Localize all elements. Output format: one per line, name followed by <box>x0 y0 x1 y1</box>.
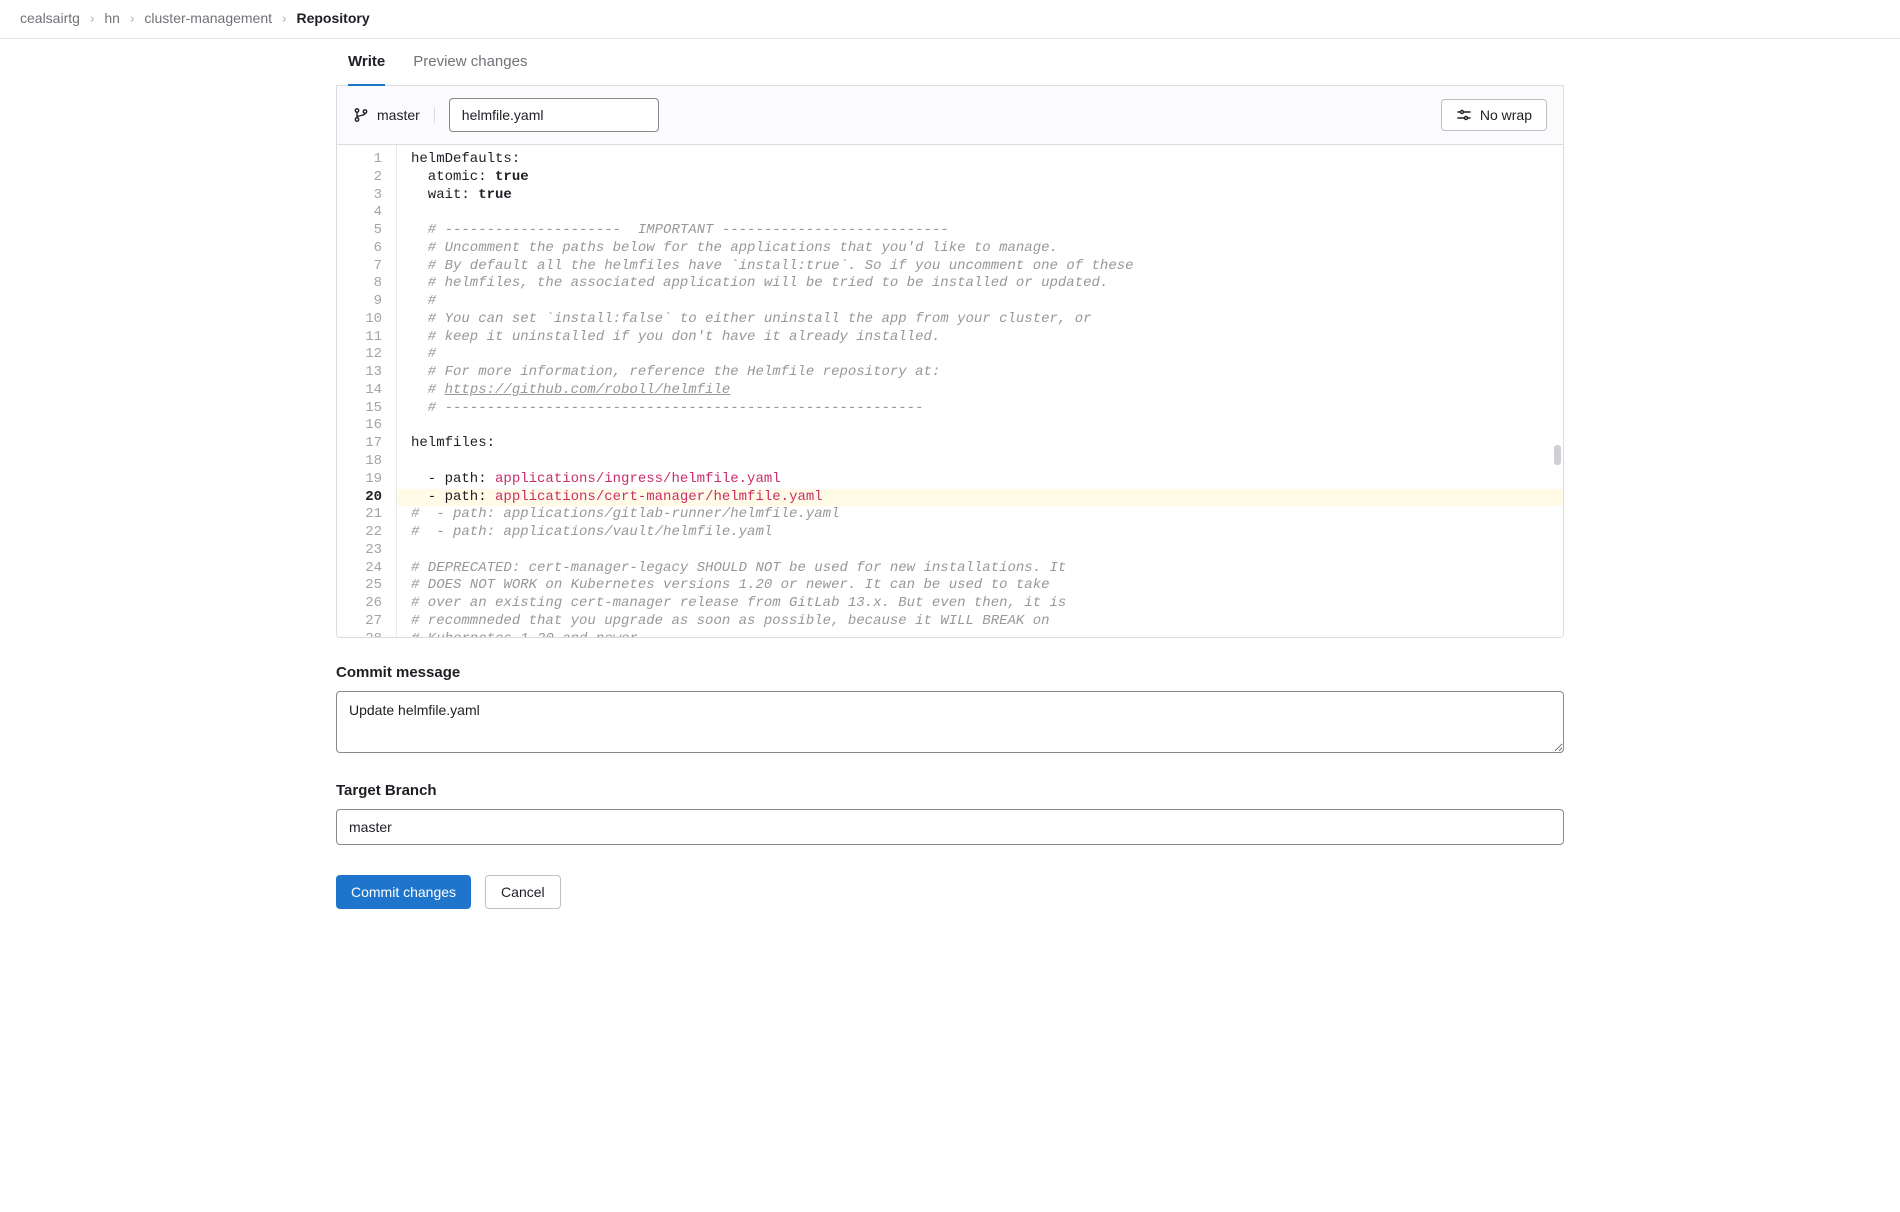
cancel-button[interactable]: Cancel <box>485 875 561 909</box>
code-line[interactable]: - path: applications/ingress/helmfile.ya… <box>411 471 1563 489</box>
code-line[interactable] <box>411 542 1563 560</box>
code-line[interactable] <box>411 417 1563 435</box>
branch-icon <box>353 107 369 123</box>
code-line[interactable]: # You can set `install:false` to either … <box>411 311 1563 329</box>
code-line[interactable]: # Uncomment the paths below for the appl… <box>411 240 1563 258</box>
code-line[interactable]: # By default all the helmfiles have `ins… <box>411 258 1563 276</box>
code-line[interactable]: # Kubernetes 1.20 and newer. <box>411 631 1563 637</box>
breadcrumb-link[interactable]: cealsairtg <box>20 10 80 26</box>
code-line[interactable]: # helmfiles, the associated application … <box>411 275 1563 293</box>
target-branch-label: Target Branch <box>336 782 1564 799</box>
code-content[interactable]: helmDefaults: atomic: true wait: true # … <box>397 145 1563 637</box>
code-line[interactable] <box>411 453 1563 471</box>
branch-name: master <box>377 107 420 123</box>
scrollbar-thumb[interactable] <box>1554 445 1561 465</box>
code-line[interactable]: # <box>411 293 1563 311</box>
code-line[interactable]: # For more information, reference the He… <box>411 364 1563 382</box>
commit-message-label: Commit message <box>336 664 1564 681</box>
code-line[interactable] <box>411 204 1563 222</box>
code-line[interactable]: atomic: true <box>411 169 1563 187</box>
breadcrumb-link[interactable]: hn <box>104 10 120 26</box>
commit-changes-button[interactable]: Commit changes <box>336 875 471 909</box>
nowrap-label: No wrap <box>1480 107 1532 123</box>
code-line[interactable]: # --------------------------------------… <box>411 400 1563 418</box>
code-line[interactable]: # over an existing cert-manager release … <box>411 595 1563 613</box>
breadcrumb-link[interactable]: cluster-management <box>144 10 272 26</box>
code-line[interactable]: # DOES NOT WORK on Kubernetes versions 1… <box>411 577 1563 595</box>
code-line[interactable]: # - path: applications/gitlab-runner/hel… <box>411 506 1563 524</box>
breadcrumb-current: Repository <box>296 10 369 26</box>
code-line[interactable]: # - path: applications/vault/helmfile.ya… <box>411 524 1563 542</box>
editor-panel: master No wrap 1234567891011121314151617… <box>336 86 1564 638</box>
commit-message-input[interactable] <box>336 691 1564 753</box>
code-line[interactable]: # --------------------- IMPORTANT ------… <box>411 222 1563 240</box>
target-branch-section: Target Branch <box>336 782 1564 845</box>
code-line[interactable]: # keep it uninstalled if you don't have … <box>411 329 1563 347</box>
file-name-input[interactable] <box>449 98 659 132</box>
code-line[interactable]: helmDefaults: <box>411 151 1563 169</box>
nowrap-button[interactable]: No wrap <box>1441 99 1547 131</box>
commit-message-section: Commit message <box>336 664 1564 756</box>
line-gutter: 1234567891011121314151617181920212223242… <box>337 145 397 637</box>
tab-write[interactable]: Write <box>348 53 385 86</box>
code-line[interactable]: # recommneded that you upgrade as soon a… <box>411 613 1563 631</box>
code-line[interactable]: wait: true <box>411 187 1563 205</box>
form-actions: Commit changes Cancel <box>336 875 1564 909</box>
code-line[interactable]: helmfiles: <box>411 435 1563 453</box>
code-line[interactable]: - path: applications/cert-manager/helmfi… <box>397 489 1563 507</box>
chevron-right-icon: › <box>282 10 287 26</box>
chevron-right-icon: › <box>90 10 95 26</box>
code-editor[interactable]: 1234567891011121314151617181920212223242… <box>337 145 1563 637</box>
breadcrumb: cealsairtg › hn › cluster-management › R… <box>0 0 1900 39</box>
tab-preview-changes[interactable]: Preview changes <box>413 53 527 85</box>
editor-tabs: Write Preview changes <box>336 39 1564 86</box>
settings-sliders-icon <box>1456 107 1472 123</box>
branch-chip: master <box>353 107 435 123</box>
code-line[interactable]: # <box>411 346 1563 364</box>
chevron-right-icon: › <box>130 10 135 26</box>
target-branch-input[interactable] <box>336 809 1564 845</box>
editor-header: master No wrap <box>337 86 1563 145</box>
code-line[interactable]: # DEPRECATED: cert-manager-legacy SHOULD… <box>411 560 1563 578</box>
code-line[interactable]: # https://github.com/roboll/helmfile <box>411 382 1563 400</box>
